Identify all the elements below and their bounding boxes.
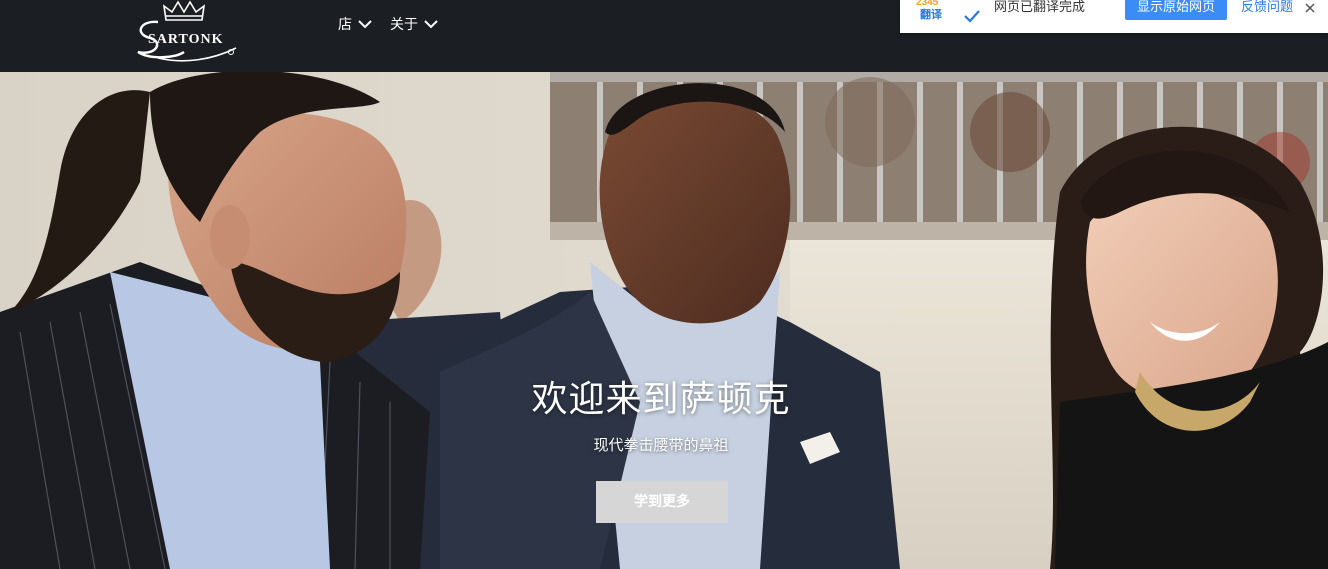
nav-item-about[interactable]: 关于 <box>390 14 438 34</box>
translator-logo: 2345 翻译 <box>916 0 943 21</box>
nav-item-label: 店 <box>338 17 352 33</box>
chevron-down-icon <box>358 20 372 29</box>
feedback-link[interactable]: 反馈问题 <box>1241 0 1293 16</box>
main-nav: 店 关于 <box>338 14 438 34</box>
page: SARTONK 店 关于 2345 翻译 网页已翻译完成 显示原始网页 反馈问题… <box>0 0 1328 569</box>
svg-text:翻译: 翻译 <box>920 7 943 21</box>
show-original-button[interactable]: 显示原始网页 <box>1125 0 1227 20</box>
learn-more-button[interactable]: 学到更多 <box>596 481 728 523</box>
check-icon <box>964 10 980 23</box>
sartonk-logo[interactable]: SARTONK <box>128 0 240 66</box>
hero-banner: 欢迎来到萨顿克 现代拳击腰带的鼻祖 学到更多 <box>0 72 1328 569</box>
chevron-down-icon <box>424 20 438 29</box>
nav-item-label: 关于 <box>390 17 418 33</box>
logo-wordmark: SARTONK <box>148 32 224 47</box>
close-icon[interactable] <box>1303 1 1317 15</box>
hero-title: 欢迎来到萨顿克 <box>531 379 791 420</box>
hero-subtitle: 现代拳击腰带的鼻祖 <box>593 436 729 454</box>
nav-item-store[interactable]: 店 <box>338 14 372 34</box>
translation-bar: 2345 翻译 网页已翻译完成 显示原始网页 反馈问题 <box>900 0 1328 33</box>
translation-status: 网页已翻译完成 <box>994 0 1086 15</box>
svg-text:2345: 2345 <box>916 0 939 8</box>
